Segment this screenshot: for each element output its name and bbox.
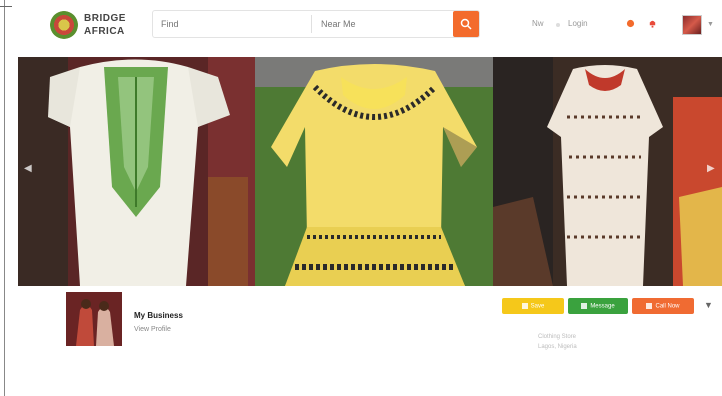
dress-photo-1 [18, 57, 255, 286]
user-avatar[interactable] [682, 15, 702, 35]
call-button-label: Call Now [655, 303, 680, 310]
business-subtitle[interactable]: View Profile [134, 326, 171, 333]
bookmark-icon [521, 302, 528, 309]
message-button[interactable]: Message [568, 298, 628, 314]
chevron-down-icon[interactable]: ▼ [707, 21, 714, 28]
phone-icon [646, 302, 653, 309]
gallery-next-icon[interactable]: ▶ [707, 163, 715, 174]
message-button-label: Message [590, 303, 615, 310]
business-thumbnail-image [66, 292, 122, 346]
logo-text: BRIDGE AFRICA [84, 12, 126, 38]
logo-line-1: BRIDGE [84, 13, 126, 24]
search-button[interactable] [453, 11, 479, 37]
call-button[interactable]: Call Now [632, 298, 694, 314]
gallery-prev-icon[interactable]: ◀ [24, 163, 32, 174]
top-header: BRIDGE AFRICA Nw Login ▼ [14, 0, 722, 52]
search-icon [460, 18, 472, 30]
gallery-photo-white-green-dress[interactable]: ◀ [18, 57, 255, 286]
logo-emblem-icon [50, 11, 78, 39]
gallery-photo-yellow-dress[interactable] [255, 57, 493, 286]
corner-mark [0, 6, 12, 7]
page-left-border [4, 0, 5, 396]
gallery-photo-patterned-dress[interactable]: ▶ [493, 57, 722, 286]
header-actions: Nw Login ▼ [530, 14, 720, 36]
search-input[interactable] [153, 11, 311, 37]
search-divider [311, 15, 312, 33]
location-input[interactable] [313, 11, 451, 37]
dress-photo-3 [493, 57, 722, 286]
business-thumbnail[interactable] [66, 292, 122, 346]
brand-logo[interactable]: BRIDGE AFRICA [50, 9, 140, 43]
message-icon [581, 302, 588, 309]
business-summary-bar: My Business View Profile Save Message Ca… [18, 286, 722, 352]
business-name[interactable]: My Business [134, 311, 183, 320]
nav-item-language[interactable]: Nw [532, 19, 544, 28]
nav-item-login[interactable]: Login [568, 19, 588, 28]
dress-photo-2 [255, 57, 493, 286]
save-button[interactable]: Save [502, 298, 564, 314]
more-options-icon[interactable]: ▼ [704, 300, 713, 310]
logo-line-2: AFRICA [84, 26, 125, 37]
bell-icon[interactable] [648, 19, 657, 28]
notification-icon[interactable] [626, 19, 635, 28]
business-location: Lagos, Nigeria [538, 344, 577, 350]
nav-separator [556, 23, 560, 27]
search-box [152, 10, 480, 38]
save-button-label: Save [530, 303, 545, 310]
photo-gallery: ◀ ▶ [18, 57, 722, 286]
business-category: Clothing Store [538, 334, 577, 340]
